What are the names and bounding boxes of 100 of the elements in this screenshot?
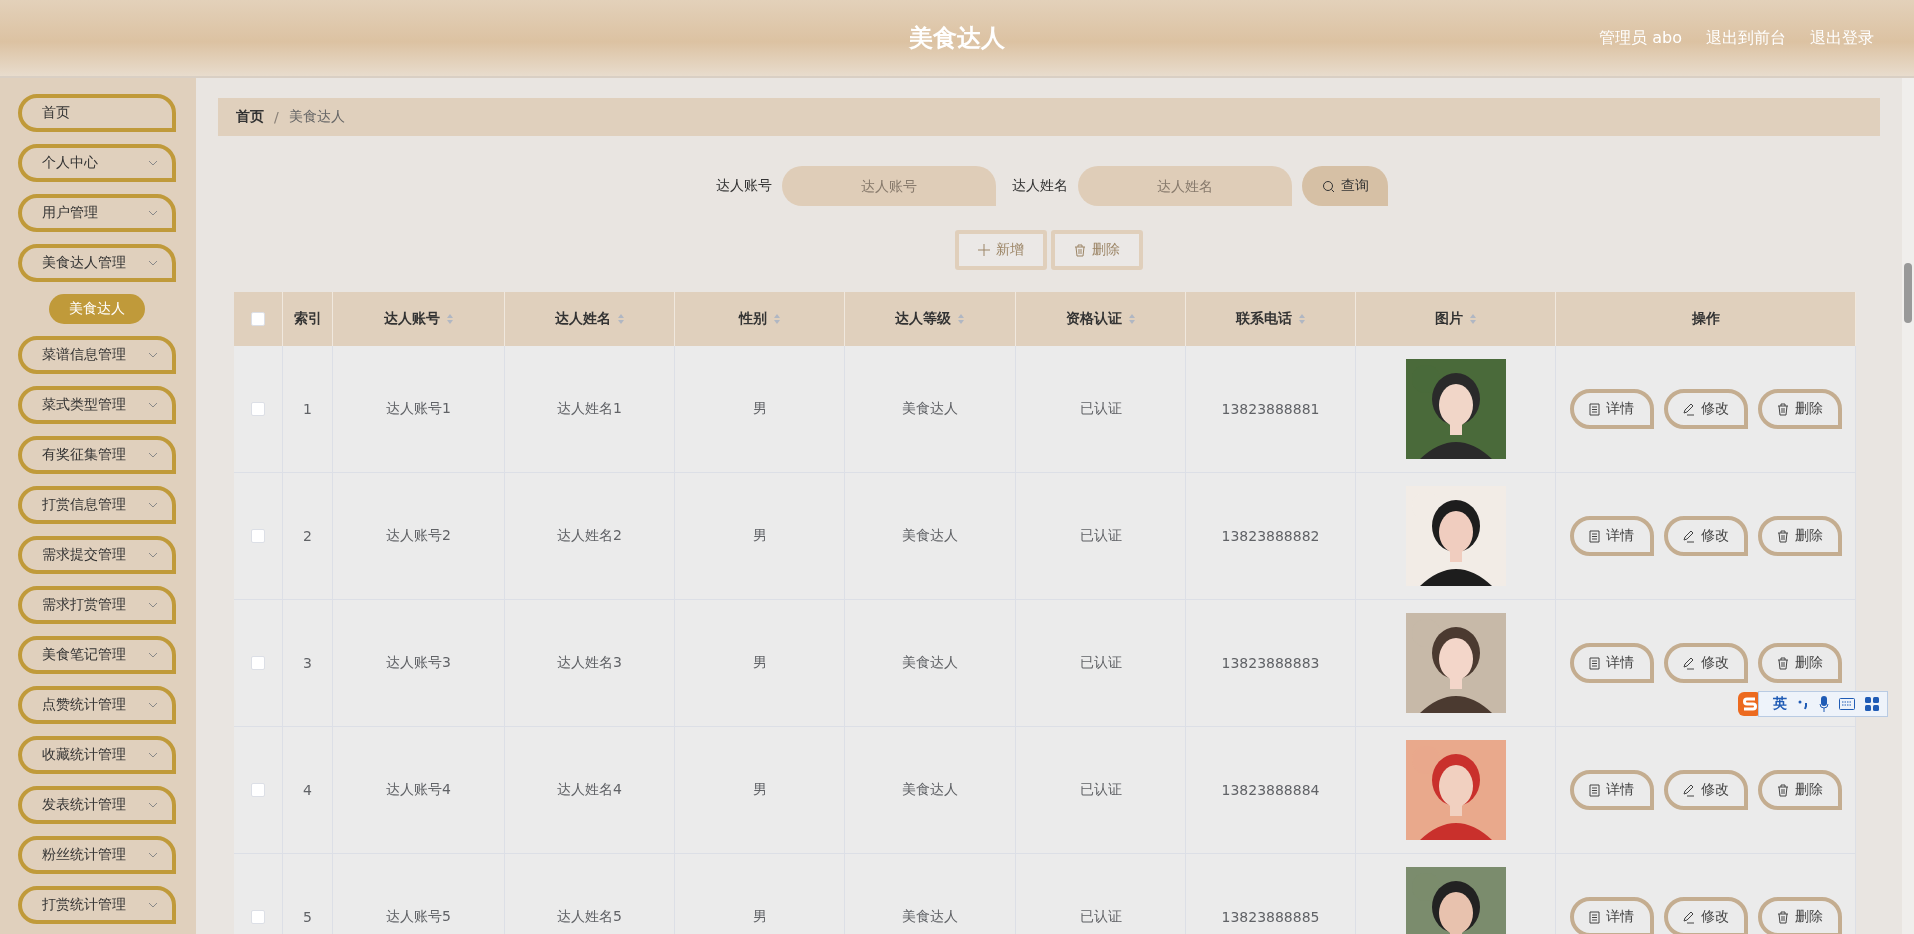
column-header[interactable]: 联系电话	[1186, 292, 1356, 346]
punctuation-icon[interactable]	[1797, 698, 1809, 710]
pencil-icon	[1682, 783, 1695, 797]
chevron-icon	[148, 852, 158, 858]
trash-icon	[1776, 656, 1789, 670]
table-cell: 3	[303, 655, 312, 671]
menu-item[interactable]: 打赏信息管理	[18, 486, 176, 524]
row-checkbox[interactable]	[251, 529, 265, 543]
sort-icon	[1127, 313, 1136, 325]
menu-item[interactable]: 收藏统计管理	[18, 736, 176, 774]
menu-item[interactable]: 需求打赏管理	[18, 586, 176, 624]
column-header[interactable]: 操作	[1556, 292, 1856, 346]
row-checkbox[interactable]	[251, 910, 265, 924]
table-cell: 达人姓名3	[557, 654, 622, 672]
chevron-icon	[148, 160, 158, 166]
table-cell: 达人姓名5	[557, 908, 622, 926]
column-header[interactable]: 达人姓名	[505, 292, 675, 346]
menu-item[interactable]: 个人中心	[18, 144, 176, 182]
edit-button[interactable]: 修改	[1663, 897, 1748, 934]
pencil-icon	[1682, 656, 1695, 670]
detail-button[interactable]: 详情	[1569, 643, 1654, 683]
search-field[interactable]: 达人姓名	[1078, 166, 1292, 206]
search-button[interactable]: 查询	[1302, 166, 1388, 206]
menu-item[interactable]: 发表统计管理	[18, 786, 176, 824]
delete-button[interactable]: 删除	[1757, 516, 1842, 556]
trash-icon	[1776, 402, 1789, 416]
table-cell: 13823888884	[1221, 782, 1320, 798]
table-cell: 男	[752, 527, 767, 545]
chevron-icon	[148, 802, 158, 808]
menu-item[interactable]: 打赏统计管理	[18, 886, 176, 924]
menu-item[interactable]: 用户管理	[18, 194, 176, 232]
chevron-icon	[148, 210, 158, 216]
table-cell: 达人姓名2	[557, 527, 622, 545]
menu-item[interactable]: 美食达人管理	[18, 244, 176, 282]
edit-button[interactable]: 修改	[1663, 770, 1748, 810]
detail-button[interactable]: 详情	[1569, 389, 1654, 429]
table-cell: 达人账号4	[386, 781, 451, 799]
table-cell: 达人账号1	[386, 400, 451, 418]
menu-item[interactable]: 点赞统计管理	[18, 686, 176, 724]
column-header[interactable]: 图片	[1356, 292, 1556, 346]
menu-item[interactable]: 菜式类型管理	[18, 386, 176, 424]
breadcrumb-item[interactable]: 首页	[236, 108, 264, 126]
table-cell: 男	[752, 781, 767, 799]
document-icon	[1589, 402, 1600, 416]
chevron-icon	[148, 502, 158, 508]
detail-button[interactable]: 详情	[1569, 897, 1654, 934]
menu-item[interactable]: 首页	[18, 94, 176, 132]
edit-button[interactable]: 修改	[1663, 516, 1748, 556]
document-icon	[1589, 910, 1600, 924]
grid-icon[interactable]	[1865, 697, 1879, 711]
delete-button[interactable]: 删除	[1757, 897, 1842, 934]
menu-item[interactable]: 粉丝统计管理	[18, 836, 176, 874]
document-icon	[1589, 529, 1600, 543]
sort-icon	[445, 313, 454, 325]
table-cell: 达人账号3	[386, 654, 451, 672]
search-field[interactable]: 达人账号	[782, 166, 996, 206]
trash-icon	[1074, 243, 1086, 257]
chevron-icon	[148, 552, 158, 558]
pencil-icon	[1682, 529, 1695, 543]
delete-button[interactable]: 删除	[1757, 643, 1842, 683]
chevron-icon	[148, 652, 158, 658]
scrollbar[interactable]	[1902, 78, 1914, 934]
detail-button[interactable]: 详情	[1569, 516, 1654, 556]
delete-button[interactable]: 删除	[1757, 389, 1842, 429]
edit-button[interactable]: 修改	[1663, 389, 1748, 429]
ime-mode[interactable]: 英	[1773, 695, 1787, 713]
table-cell: 达人姓名1	[557, 400, 622, 418]
table-cell: 男	[752, 908, 767, 926]
column-header[interactable]: 达人等级	[845, 292, 1016, 346]
menu-item[interactable]: 有奖征集管理	[18, 436, 176, 474]
table-cell: 4	[303, 782, 312, 798]
table-cell: 已认证	[1079, 400, 1122, 418]
row-checkbox[interactable]	[251, 656, 265, 670]
column-header[interactable]: 资格认证	[1016, 292, 1186, 346]
pencil-icon	[1682, 402, 1695, 416]
edit-button[interactable]: 修改	[1663, 643, 1748, 683]
detail-button[interactable]: 详情	[1569, 770, 1654, 810]
table-cell: 达人账号2	[386, 527, 451, 545]
row-checkbox[interactable]	[251, 402, 265, 416]
table-cell: 达人账号5	[386, 908, 451, 926]
table-cell: 达人姓名4	[557, 781, 622, 799]
microphone-icon[interactable]	[1819, 696, 1829, 712]
row-checkbox[interactable]	[251, 783, 265, 797]
table-cell: 13823888883	[1221, 655, 1320, 671]
menu-item[interactable]: 需求提交管理	[18, 536, 176, 574]
menu-item[interactable]: 菜谱信息管理	[18, 336, 176, 374]
select-all-checkbox[interactable]	[251, 312, 265, 326]
search-icon	[1321, 179, 1335, 193]
column-header[interactable]: 性别	[675, 292, 845, 346]
column-header[interactable]: 达人账号	[333, 292, 505, 346]
keyboard-icon[interactable]	[1839, 698, 1855, 710]
chevron-icon	[148, 352, 158, 358]
sort-icon	[957, 313, 965, 325]
column-header[interactable]: 索引	[283, 292, 333, 346]
delete-button[interactable]: 删除	[1757, 770, 1842, 810]
menu-item[interactable]: 美食笔记管理	[18, 636, 176, 674]
table-cell: 2	[303, 528, 312, 544]
pencil-icon	[1682, 910, 1695, 924]
table-cell: 美食达人	[902, 400, 958, 418]
chevron-icon	[148, 602, 158, 608]
